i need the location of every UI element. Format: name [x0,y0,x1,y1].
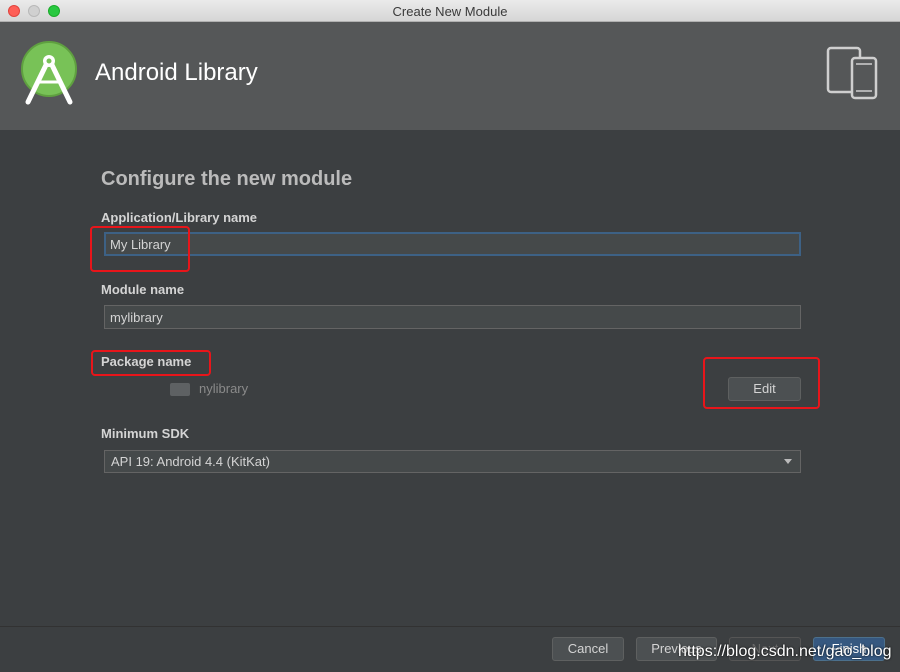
min-sdk-select[interactable]: API 19: Android 4.4 (KitKat) [104,450,801,473]
dialog-header: Android Library [0,22,900,130]
page-heading: Configure the new module [101,168,353,190]
window-title: Create New Module [392,4,508,19]
watermark-text: https://blog.csdn.net/gao_blog [678,643,892,660]
package-name-value: nylibrary [199,381,249,396]
module-name-label: Module name [101,282,185,297]
app-name-label: Application/Library name [101,210,258,225]
app-name-input[interactable] [104,232,801,256]
header-title: Android Library [95,59,258,86]
edit-package-button[interactable]: Edit [728,377,801,401]
phone-tablet-devices-icon [826,46,878,100]
package-name-label: Package name [101,354,192,369]
package-folder-icon [170,383,190,396]
min-sdk-label: Minimum SDK [101,426,190,441]
window-titlebar: Create New Module [0,0,900,22]
min-sdk-value: API 19: Android 4.4 (KitKat) [111,454,270,469]
cancel-button[interactable]: Cancel [552,637,624,661]
chevron-down-icon [784,459,792,464]
android-studio-logo-icon [21,41,77,105]
module-name-input[interactable] [104,305,801,329]
